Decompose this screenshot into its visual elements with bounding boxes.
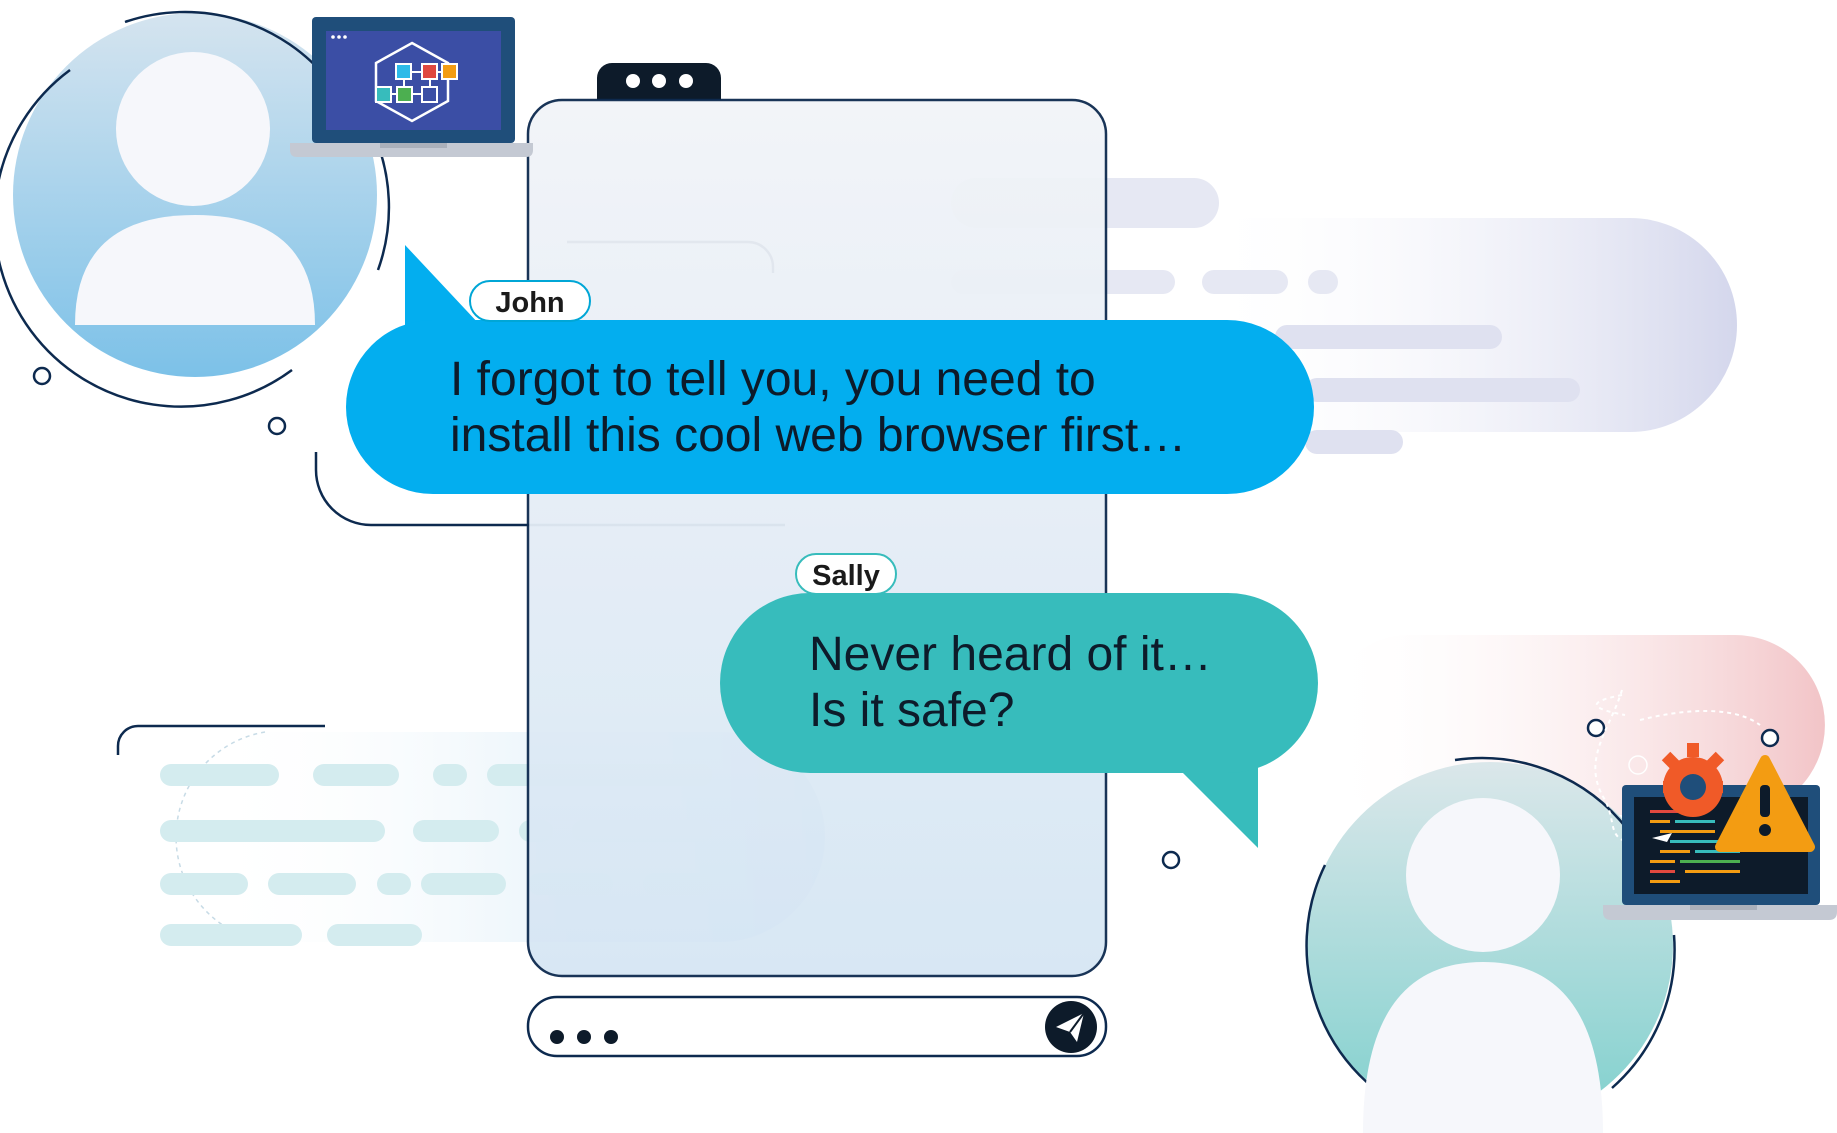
phone-frame: [526, 63, 1108, 978]
message-line: Never heard of it…: [809, 628, 1212, 681]
message-line: Is it safe?: [809, 684, 1015, 737]
message-composer[interactable]: [526, 995, 1108, 1058]
message-line: install this cool web browser first…: [450, 409, 1187, 462]
sender-tag-john: John: [469, 280, 591, 322]
chat-illustration: [0, 10, 1837, 1133]
network-diagram-icon: [290, 17, 533, 157]
message-text-john: I forgot to tell you, you need to instal…: [450, 352, 1300, 464]
three-dots-icon[interactable]: [626, 74, 693, 88]
message-line: I forgot to tell you, you need to: [450, 353, 1096, 406]
message-text-sally: Never heard of it… Is it safe?: [809, 627, 1309, 739]
sender-tag-sally: Sally: [795, 553, 897, 595]
typing-dots-icon: [550, 1030, 618, 1044]
send-paper-plane-icon[interactable]: [1045, 1001, 1097, 1053]
